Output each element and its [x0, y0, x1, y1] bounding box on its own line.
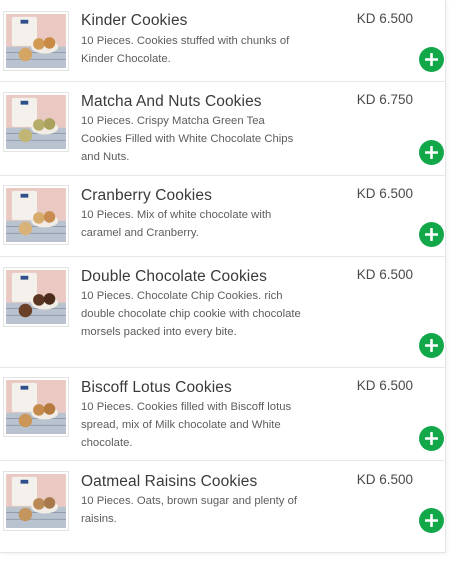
- item-price: KD 6.500: [356, 378, 413, 393]
- item-price: KD 6.500: [356, 472, 413, 487]
- cookies-box-photo-icon: [6, 270, 66, 324]
- item-price: KD 6.500: [356, 11, 413, 26]
- item-name[interactable]: Oatmeal Raisins Cookies: [81, 473, 257, 491]
- add-to-cart-button[interactable]: [419, 508, 444, 533]
- product-image[interactable]: [3, 11, 69, 71]
- menu-item-matcha-and-nuts-cookies[interactable]: Matcha And Nuts Cookies 10 Pieces. Crisp…: [0, 82, 446, 176]
- item-description: 10 Pieces. Mix of white chocolate with c…: [81, 209, 272, 239]
- add-to-cart-button[interactable]: [419, 426, 444, 451]
- plus-icon: [425, 228, 438, 241]
- cookies-box-photo-icon: [6, 474, 66, 528]
- product-image[interactable]: [3, 267, 69, 327]
- product-image[interactable]: [3, 92, 69, 152]
- product-image[interactable]: [3, 471, 69, 531]
- menu-item-cranberry-cookies[interactable]: Cranberry Cookies 10 Pieces. Mix of whit…: [0, 176, 446, 257]
- product-image[interactable]: [3, 377, 69, 437]
- add-to-cart-button[interactable]: [419, 47, 444, 72]
- cookies-box-photo-icon: [6, 380, 66, 434]
- item-description: 10 Pieces. Oats, brown sugar and plenty …: [81, 495, 298, 525]
- item-price: KD 6.500: [356, 186, 413, 201]
- item-description: 10 Pieces. Chocolate Chip Cookies. rich …: [81, 290, 301, 338]
- menu-item-double-chocolate-cookies[interactable]: Double Chocolate Cookies 10 Pieces. Choc…: [0, 257, 446, 368]
- menu-item-list: Kinder Cookies 10 Pieces. Cookies stuffe…: [0, 0, 446, 553]
- plus-icon: [425, 53, 438, 66]
- add-to-cart-button[interactable]: [419, 222, 444, 247]
- item-price: KD 6.500: [356, 267, 413, 282]
- plus-icon: [425, 339, 438, 352]
- item-description: 10 Pieces. Crispy Matcha Green Tea Cooki…: [81, 115, 294, 163]
- add-to-cart-button[interactable]: [419, 333, 444, 358]
- menu-item-oatmeal-raisins-cookies[interactable]: Oatmeal Raisins Cookies 10 Pieces. Oats,…: [0, 461, 446, 553]
- plus-icon: [425, 146, 438, 159]
- item-name[interactable]: Kinder Cookies: [81, 12, 188, 30]
- cookies-box-photo-icon: [6, 14, 66, 68]
- item-description: 10 Pieces. Cookies filled with Biscoff l…: [81, 401, 292, 449]
- item-name[interactable]: Matcha And Nuts Cookies: [81, 93, 262, 111]
- menu-item-biscoff-lotus-cookies[interactable]: Biscoff Lotus Cookies 10 Pieces. Cookies…: [0, 368, 446, 461]
- item-name[interactable]: Biscoff Lotus Cookies: [81, 379, 232, 397]
- cookies-box-photo-icon: [6, 95, 66, 149]
- add-to-cart-button[interactable]: [419, 140, 444, 165]
- item-name[interactable]: Cranberry Cookies: [81, 187, 212, 205]
- cookies-box-photo-icon: [6, 188, 66, 242]
- plus-icon: [425, 514, 438, 527]
- item-name[interactable]: Double Chocolate Cookies: [81, 268, 267, 286]
- product-image[interactable]: [3, 185, 69, 245]
- item-price: KD 6.750: [356, 92, 413, 107]
- menu-item-kinder-cookies[interactable]: Kinder Cookies 10 Pieces. Cookies stuffe…: [0, 0, 446, 82]
- item-description: 10 Pieces. Cookies stuffed with chunks o…: [81, 35, 290, 65]
- plus-icon: [425, 432, 438, 445]
